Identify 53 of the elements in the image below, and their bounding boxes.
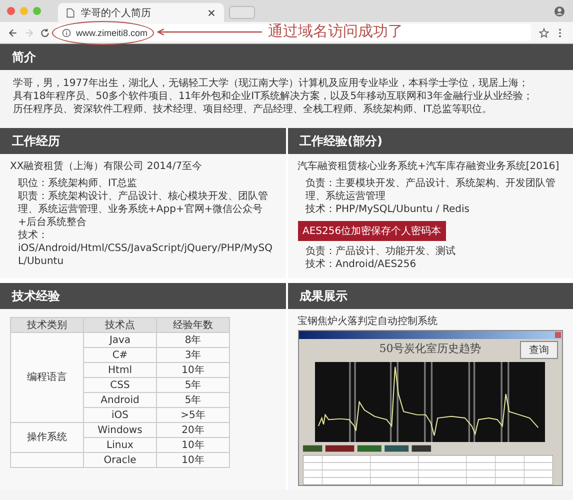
intro-text: 学哥，男，1977年出生，湖北人，无锡轻工大学（现江南大学）计算机及应用专业毕业，本科学士学位，现居上海； bbox=[13, 77, 530, 90]
table-cell: 编程语言 bbox=[10, 332, 84, 422]
reload-icon[interactable] bbox=[40, 28, 50, 38]
section-header: 工作经验(部分) bbox=[288, 128, 573, 154]
intro-text: 具有18年程序员、50多个软件项目、11年外包和企业IT系统解决方案，以及5年移动互联网和3年金融行业从业经验； bbox=[13, 90, 534, 103]
section-header: 工作经历 bbox=[0, 128, 286, 154]
intro-text: 历任程序员、资深软件工程师、技术经理、项目经理、产品经理、全栈工程师、系统架构师、IT总监等职位。 bbox=[13, 103, 494, 116]
window-heading: 50号炭化室历史趋势 bbox=[379, 341, 482, 356]
table-cell: 10年 bbox=[156, 362, 230, 378]
detail-text: 负责：产品设计、功能开发、测试 bbox=[306, 245, 456, 258]
account-icon[interactable] bbox=[554, 6, 565, 16]
table-header-cell: 技术类别 bbox=[10, 318, 84, 332]
detail-text: 技术：Android/AES256 bbox=[306, 258, 418, 271]
back-icon[interactable] bbox=[8, 28, 18, 38]
table-cell: 3年 bbox=[156, 348, 230, 362]
table-cell: Windows bbox=[84, 422, 156, 438]
table-cell: Oracle bbox=[84, 452, 156, 468]
table-cell: 操作系统 bbox=[10, 422, 84, 452]
table-cell: 5年 bbox=[156, 378, 230, 392]
project-title: 汽车融资租赁核心业务系统+汽车库存融资业务系统[2016] bbox=[298, 160, 560, 173]
table-cell: C# bbox=[84, 348, 156, 362]
table-header-cell: 技术点 bbox=[84, 318, 156, 332]
close-icon[interactable] bbox=[207, 8, 216, 18]
table-cell: 20年 bbox=[156, 422, 230, 438]
table-cell: Linux bbox=[84, 438, 156, 452]
table-cell: Html bbox=[84, 362, 156, 378]
project-badge: AES256位加密保存个人密码本 bbox=[298, 221, 446, 241]
star-icon[interactable] bbox=[539, 28, 549, 38]
table-cell: 8年 bbox=[156, 332, 230, 348]
detail-text: iOS/Android/Html/CSS/JavaScript/jQuery/PHP/MySQL/Ubuntu bbox=[18, 242, 274, 268]
section-header: 简介 bbox=[0, 44, 573, 70]
table-cell: Java bbox=[84, 332, 156, 348]
company-text: XX融资租赁（上海）有限公司 2014/7至今 bbox=[10, 160, 204, 173]
detail-text: 技术： bbox=[18, 229, 49, 242]
table-cell: 10年 bbox=[156, 452, 230, 468]
info-icon[interactable] bbox=[62, 28, 71, 38]
table-header-cell: 经验年数 bbox=[156, 318, 230, 332]
detail-text: 负责：主要模块开发、产品设计、系统架构、开发团队管理、系统运营管理 bbox=[306, 177, 556, 203]
detail-text: 职位：系统架构师、IT总监 bbox=[18, 177, 138, 190]
section-header: 成果展示 bbox=[288, 283, 573, 309]
caption-text: 宝钢焦炉火落判定自动控制系统 bbox=[298, 315, 438, 328]
table-cell: Android bbox=[84, 392, 156, 408]
table-cell: CSS bbox=[84, 378, 156, 392]
annotation-text: 通过域名访问成功了 bbox=[268, 22, 403, 41]
table-cell: 10年 bbox=[156, 438, 230, 452]
table-cell: >5年 bbox=[156, 408, 230, 422]
section-header: 技术经验 bbox=[0, 283, 286, 309]
table-cell: iOS bbox=[84, 408, 156, 422]
detail-text: 技术：PHP/MySQL/Ubuntu / Redis bbox=[306, 203, 470, 216]
browser-tab[interactable]: 学哥的个人简历 bbox=[58, 3, 224, 22]
document-icon bbox=[66, 8, 75, 18]
table-cell: 5年 bbox=[156, 392, 230, 408]
detail-text: 职责：系统架构设计、产品设计、核心模块开发、团队管理、系统运营管理、业务系统+App+官网+微信公众号+后台系统整合 bbox=[18, 190, 269, 229]
